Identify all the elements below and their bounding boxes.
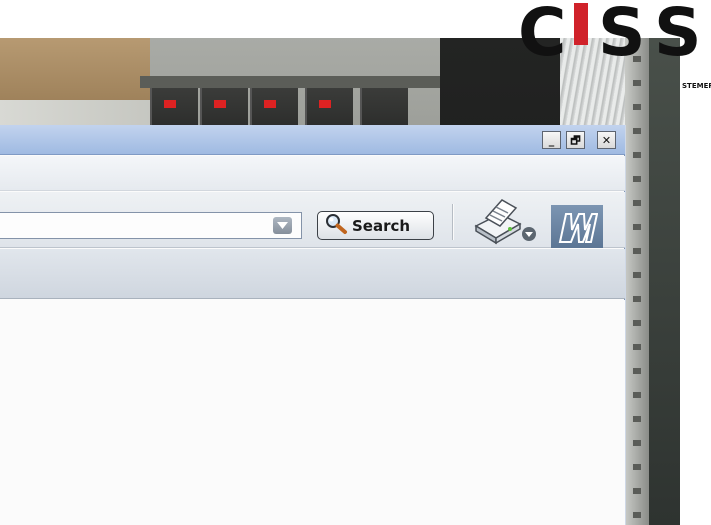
minimize-button[interactable]: _ [542, 131, 561, 149]
menu-bar [0, 156, 625, 191]
secondary-toolbar [0, 249, 625, 299]
m-brand-icon[interactable] [551, 205, 603, 248]
app-window: _ 🗗 ✕ Search [0, 125, 625, 525]
brand-logo: C S S STEMER [516, 0, 711, 92]
toolbar: Search [0, 192, 625, 248]
logo-letter-c: C [518, 0, 566, 71]
photo-post-holes [633, 38, 641, 525]
search-button[interactable]: Search [317, 211, 434, 240]
printer-menu-button[interactable] [470, 196, 540, 246]
logo-tagline: STEMER [682, 82, 711, 90]
logo-red-bar [574, 3, 588, 45]
close-button[interactable]: ✕ [597, 131, 616, 149]
chevron-down-icon [521, 226, 537, 246]
restore-button[interactable]: 🗗 [566, 131, 585, 149]
logo-letter-s: S [654, 0, 702, 71]
title-bar: _ 🗗 ✕ [0, 125, 625, 155]
content-area [0, 300, 625, 525]
address-combobox[interactable] [0, 212, 302, 239]
magnifier-icon [324, 213, 348, 239]
search-button-label: Search [352, 216, 411, 235]
photo-boxes [0, 38, 150, 100]
photo-right-strip [649, 38, 680, 525]
logo-letter-s: S [598, 0, 646, 71]
toolbar-separator [452, 204, 453, 240]
address-input[interactable] [0, 213, 270, 238]
dropdown-arrow-icon[interactable] [273, 217, 292, 234]
